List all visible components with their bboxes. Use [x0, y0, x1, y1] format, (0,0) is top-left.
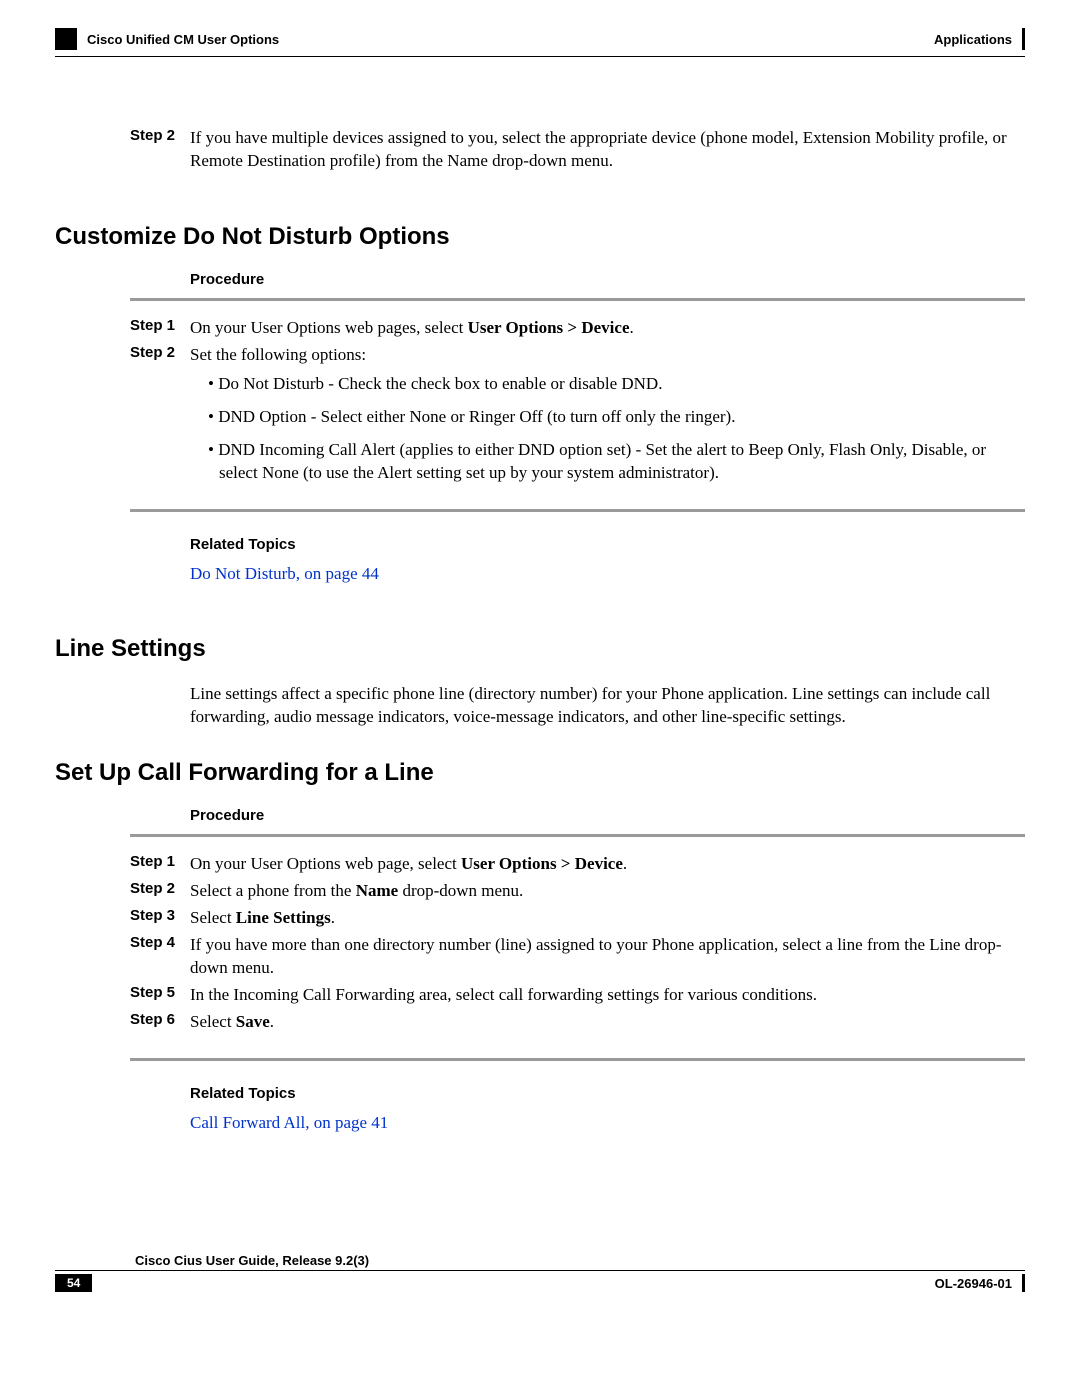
heading-call-forwarding: Set Up Call Forwarding for a Line: [55, 759, 1025, 787]
procedure-rule-top: [130, 298, 1025, 301]
bold-text: Name: [356, 881, 398, 900]
procedure-rule-top: [130, 834, 1025, 837]
text: .: [270, 1012, 274, 1031]
procedure-label: Procedure: [190, 807, 1025, 824]
step-label: Step 2: [130, 880, 190, 903]
step-text: On your User Options web pages, select U…: [190, 317, 1025, 340]
bullet-item: • Do Not Disturb - Check the check box t…: [208, 373, 1025, 396]
text: On your User Options web page, select: [190, 854, 461, 873]
bold-text: Save: [236, 1012, 270, 1031]
footer-rule: [55, 1270, 1025, 1271]
step-label: Step 2: [130, 127, 190, 173]
header-rule: [55, 56, 1025, 57]
step-text: In the Incoming Call Forwarding area, se…: [190, 984, 1025, 1007]
footer-doc-title: Cisco Cius User Guide, Release 9.2(3): [135, 1253, 1025, 1268]
paragraph: Line settings affect a specific phone li…: [190, 683, 1025, 729]
step-label: Step 6: [130, 1011, 190, 1034]
text: Select: [190, 908, 236, 927]
link-call-forward-all[interactable]: Call Forward All, on page 41: [190, 1113, 388, 1132]
text: On your User Options web pages, select: [190, 318, 468, 337]
step-label: Step 5: [130, 984, 190, 1007]
step-text: Select a phone from the Name drop-down m…: [190, 880, 1025, 903]
text: drop-down menu.: [398, 881, 523, 900]
step-text: Set the following options:: [190, 344, 1025, 367]
step-text: Select Save.: [190, 1011, 1025, 1034]
step-label: Step 4: [130, 934, 190, 980]
related-topics-label: Related Topics: [190, 536, 1025, 553]
step-label: Step 3: [130, 907, 190, 930]
step-label: Step 1: [130, 317, 190, 340]
text: .: [623, 854, 627, 873]
procedure-label: Procedure: [190, 271, 1025, 288]
text: .: [630, 318, 634, 337]
header-marker-box: [55, 28, 77, 50]
bold-text: User Options > Device: [468, 318, 630, 337]
step-label: Step 2: [130, 344, 190, 367]
text: Select: [190, 1012, 236, 1031]
text: Select a phone from the: [190, 881, 356, 900]
header-vbar: [1022, 28, 1025, 50]
link-do-not-disturb[interactable]: Do Not Disturb, on page 44: [190, 564, 379, 583]
related-topics-label: Related Topics: [190, 1085, 1025, 1102]
header-chapter: Cisco Unified CM User Options: [87, 32, 279, 47]
page-number: 54: [55, 1274, 92, 1292]
bullet-item: • DND Incoming Call Alert (applies to ei…: [208, 439, 1025, 485]
header-section: Applications: [934, 32, 1012, 47]
bold-text: User Options > Device: [461, 854, 623, 873]
footer-doc-id: OL-26946-01: [935, 1276, 1012, 1291]
step-text: Select Line Settings.: [190, 907, 1025, 930]
bullet-item: • DND Option - Select either None or Rin…: [208, 406, 1025, 429]
footer-vbar: [1022, 1274, 1025, 1292]
step-label: Step 1: [130, 853, 190, 876]
text: .: [331, 908, 335, 927]
step-text: On your User Options web page, select Us…: [190, 853, 1025, 876]
bold-text: Line Settings: [236, 908, 331, 927]
procedure-rule-bottom: [130, 1058, 1025, 1061]
step-text: If you have multiple devices assigned to…: [190, 127, 1025, 173]
bullet-list: • Do Not Disturb - Check the check box t…: [208, 373, 1025, 485]
heading-customize-dnd: Customize Do Not Disturb Options: [55, 223, 1025, 251]
step-text: If you have more than one directory numb…: [190, 934, 1025, 980]
procedure-rule-bottom: [130, 509, 1025, 512]
heading-line-settings: Line Settings: [55, 635, 1025, 663]
